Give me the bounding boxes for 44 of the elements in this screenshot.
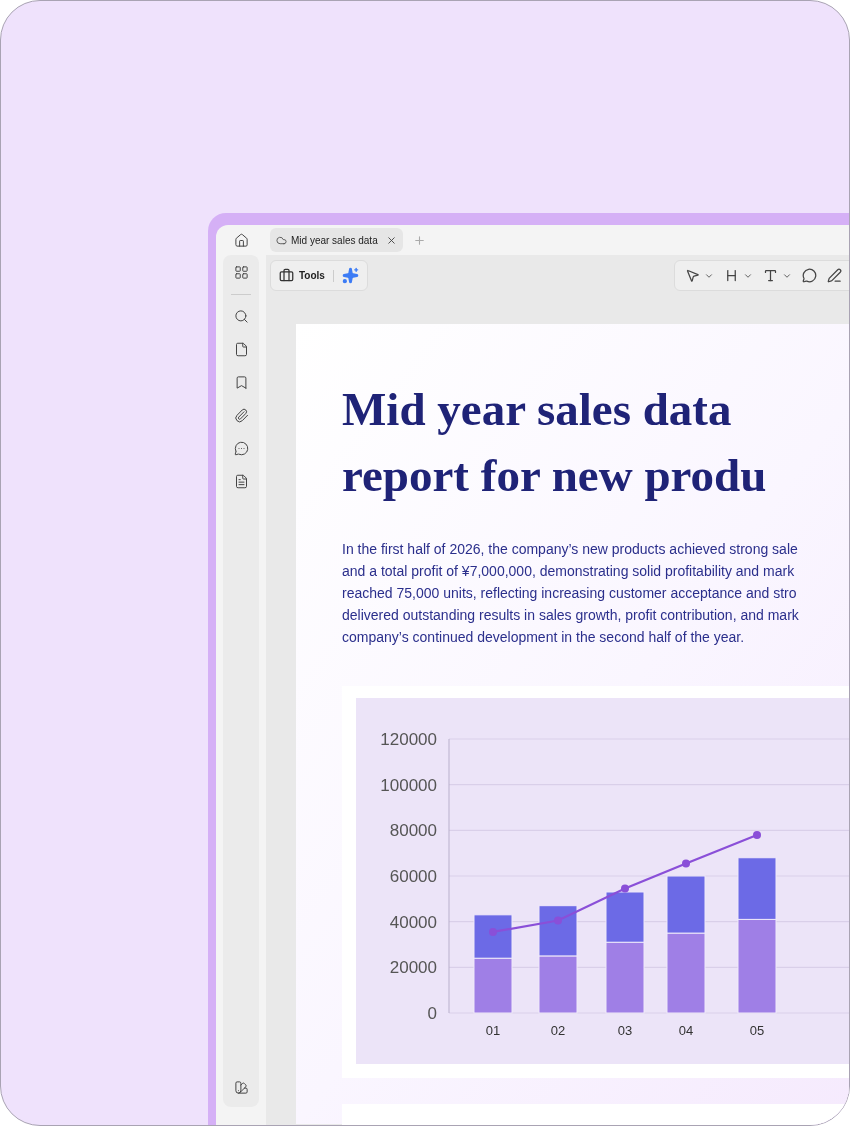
data-point (621, 884, 629, 893)
pen-icon[interactable] (826, 268, 842, 283)
document-tab[interactable]: Mid year sales data (270, 228, 403, 252)
data-point (554, 916, 562, 925)
y-tick-label: 20000 (389, 958, 437, 978)
comment-icon[interactable] (233, 441, 249, 456)
bar (538, 955, 578, 1014)
search-icon[interactable] (233, 309, 249, 324)
y-tick-label: 0 (427, 1004, 437, 1023)
document-icon[interactable] (233, 474, 249, 489)
paperclip-icon[interactable] (233, 408, 249, 423)
y-tick-label: 100000 (380, 775, 437, 795)
sparkle-icon[interactable] (341, 267, 359, 284)
data-point (682, 859, 690, 868)
close-icon[interactable] (385, 234, 397, 246)
x-tick-label: 04 (678, 1023, 694, 1038)
x-tick-label: 05 (749, 1023, 765, 1038)
home-icon[interactable] (233, 232, 249, 248)
x-tick-label: 03 (617, 1023, 633, 1038)
y-tick-label: 40000 (389, 912, 437, 932)
document-title: Mid year sales data report for new produ (342, 382, 767, 503)
text-icon[interactable] (762, 268, 778, 283)
bar (473, 914, 513, 959)
y-tick-label: 120000 (380, 730, 437, 749)
intro-paragraph: In the first half of 2026, the company’s new products achieved strong sale and a total profit of ¥7,000,000, demonstrating solid profitability and mark reached 75,000 units, reflecting increasing customer acceptance and stro delivered outstanding results in sales growth, profit contribution, and mark company’s continued development in the second half of the year. (342, 540, 799, 647)
y-tick-label: 80000 (389, 821, 437, 841)
comment-icon[interactable] (801, 268, 817, 283)
data-point (753, 830, 761, 839)
x-tick-label: 01 (485, 1023, 501, 1038)
bar (473, 957, 513, 1014)
data-point (489, 927, 497, 936)
tools-button[interactable]: Tools (279, 268, 325, 283)
page-icon[interactable] (233, 342, 249, 357)
swatch-icon[interactable] (233, 1080, 249, 1095)
bookmark-icon[interactable] (233, 375, 249, 390)
bar (605, 891, 645, 943)
bar (666, 875, 706, 934)
y-tick-label: 60000 (389, 867, 437, 886)
grid-icon[interactable] (233, 265, 249, 280)
cloud-icon (276, 234, 287, 246)
pointer-icon[interactable] (684, 268, 700, 283)
x-tick-label: 02 (550, 1023, 566, 1038)
bar (538, 905, 578, 957)
toolbox-icon (279, 268, 294, 283)
